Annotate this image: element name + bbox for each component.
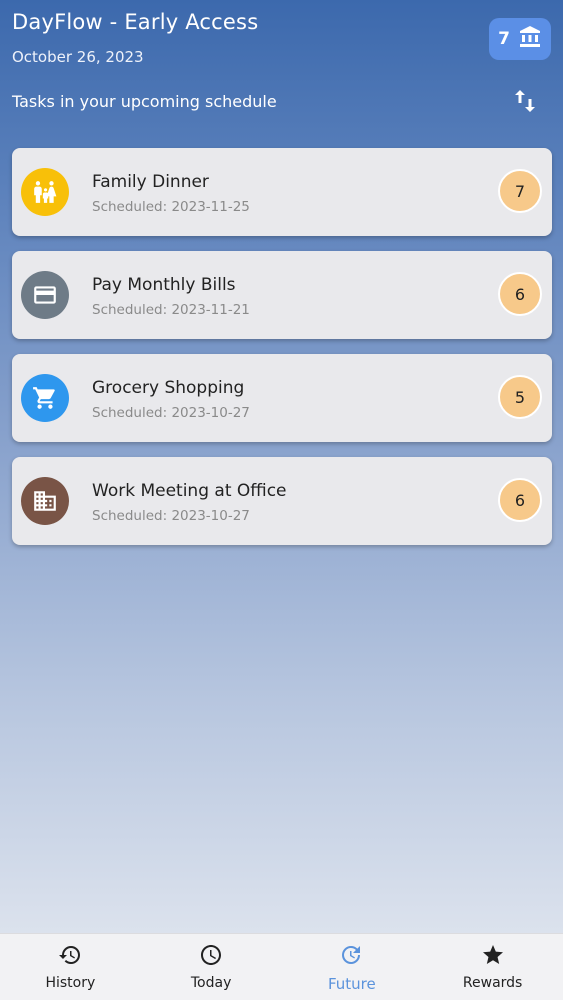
task-points: 5 <box>498 375 542 419</box>
section-label: Tasks in your upcoming schedule <box>12 92 277 111</box>
nav-label: History <box>45 975 96 991</box>
history-icon <box>58 943 82 971</box>
app-header: DayFlow - Early Access October 26, 2023 … <box>0 0 563 140</box>
task-card[interactable]: Family Dinner Scheduled: 2023-11-25 7 <box>12 148 552 236</box>
nav-future[interactable]: Future <box>282 934 423 1000</box>
future-icon <box>340 943 364 971</box>
task-scheduled-date: Scheduled: 2023-10-27 <box>92 508 250 524</box>
app-title: DayFlow - Early Access <box>12 10 259 34</box>
task-points: 7 <box>498 169 542 213</box>
task-scheduled-date: Scheduled: 2023-11-21 <box>92 302 250 318</box>
task-card[interactable]: Work Meeting at Office Scheduled: 2023-1… <box>12 457 552 545</box>
nav-label: Rewards <box>462 975 523 991</box>
task-title: Family Dinner <box>92 172 209 192</box>
task-card[interactable]: Grocery Shopping Scheduled: 2023-10-27 5 <box>12 354 552 442</box>
task-title: Work Meeting at Office <box>92 481 287 501</box>
task-scheduled-date: Scheduled: 2023-11-25 <box>92 199 250 215</box>
task-points: 6 <box>498 272 542 316</box>
sort-icon <box>513 90 537 118</box>
nav-label: Today <box>190 975 232 991</box>
star-icon <box>481 943 505 971</box>
bank-icon <box>518 25 542 54</box>
nav-today[interactable]: Today <box>141 934 282 1000</box>
points-badge[interactable]: 7 <box>489 18 551 60</box>
task-title: Pay Monthly Bills <box>92 275 236 295</box>
task-scheduled-date: Scheduled: 2023-10-27 <box>92 405 250 421</box>
nav-rewards[interactable]: Rewards <box>422 934 563 1000</box>
bottom-navigation: History Today Future Rewards <box>0 933 563 1000</box>
nav-label: Future <box>327 975 376 993</box>
office-building-icon <box>21 477 69 525</box>
task-card[interactable]: Pay Monthly Bills Scheduled: 2023-11-21 … <box>12 251 552 339</box>
credit-card-icon <box>21 271 69 319</box>
clock-icon <box>199 943 223 971</box>
nav-history[interactable]: History <box>0 934 141 1000</box>
task-title: Grocery Shopping <box>92 378 245 398</box>
points-count: 7 <box>498 29 510 49</box>
family-icon <box>21 168 69 216</box>
current-date: October 26, 2023 <box>12 48 144 66</box>
shopping-cart-icon <box>21 374 69 422</box>
task-points: 6 <box>498 478 542 522</box>
task-list: Family Dinner Scheduled: 2023-11-25 7 Pa… <box>12 148 552 560</box>
sort-button[interactable] <box>513 88 537 114</box>
